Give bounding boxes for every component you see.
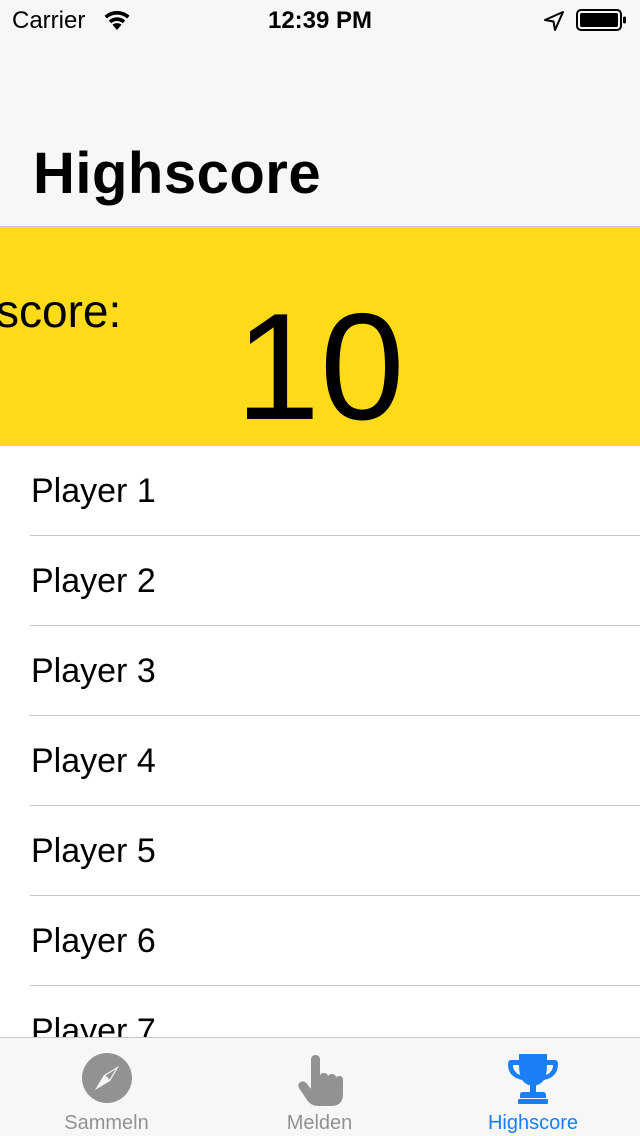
list-item[interactable]: Player 3 [0,626,640,716]
player-name: Player 5 [31,832,156,870]
tab-label: Highscore [487,1112,579,1134]
player-name: Player 1 [31,472,156,510]
status-bar: Carrier 12:39 PM [0,0,640,40]
player-name: Player 3 [31,652,156,690]
tab-bar: Sammeln Melden Highscore [0,1037,640,1136]
list-item[interactable]: Player 5 [0,806,640,896]
screen: Carrier 12:39 PM Highscore score: 10 Pla… [0,0,640,1136]
list-item[interactable]: Player 7 [0,986,640,1037]
navigation-bar: Highscore [0,40,640,227]
player-list[interactable]: Player 1 Player 2 Player 3 Player 4 Play… [0,446,640,1037]
list-item[interactable]: Player 2 [0,536,640,626]
player-name: Player 7 [31,1012,156,1037]
list-item[interactable]: Player 6 [0,896,640,986]
score-value: 10 [235,282,405,446]
list-item[interactable]: Player 4 [0,716,640,806]
compass-icon [81,1053,132,1103]
trophy-icon [508,1054,558,1104]
list-item[interactable]: Player 1 [0,446,640,536]
score-label: score: [0,285,122,337]
tab-highscore[interactable]: Highscore [426,1038,640,1136]
location-arrow-icon [544,11,564,31]
player-name: Player 4 [31,742,156,780]
player-name: Player 2 [31,562,156,600]
player-name: Player 6 [31,922,156,960]
hand-pointer-icon [297,1055,343,1106]
tab-label: Sammeln [64,1112,149,1134]
tab-melden[interactable]: Melden [213,1038,426,1136]
page-title: Highscore [33,141,322,206]
tab-sammeln[interactable]: Sammeln [0,1038,213,1136]
score-banner: score: 10 [0,227,640,446]
battery-icon [576,9,626,31]
tab-label: Melden [286,1112,353,1134]
